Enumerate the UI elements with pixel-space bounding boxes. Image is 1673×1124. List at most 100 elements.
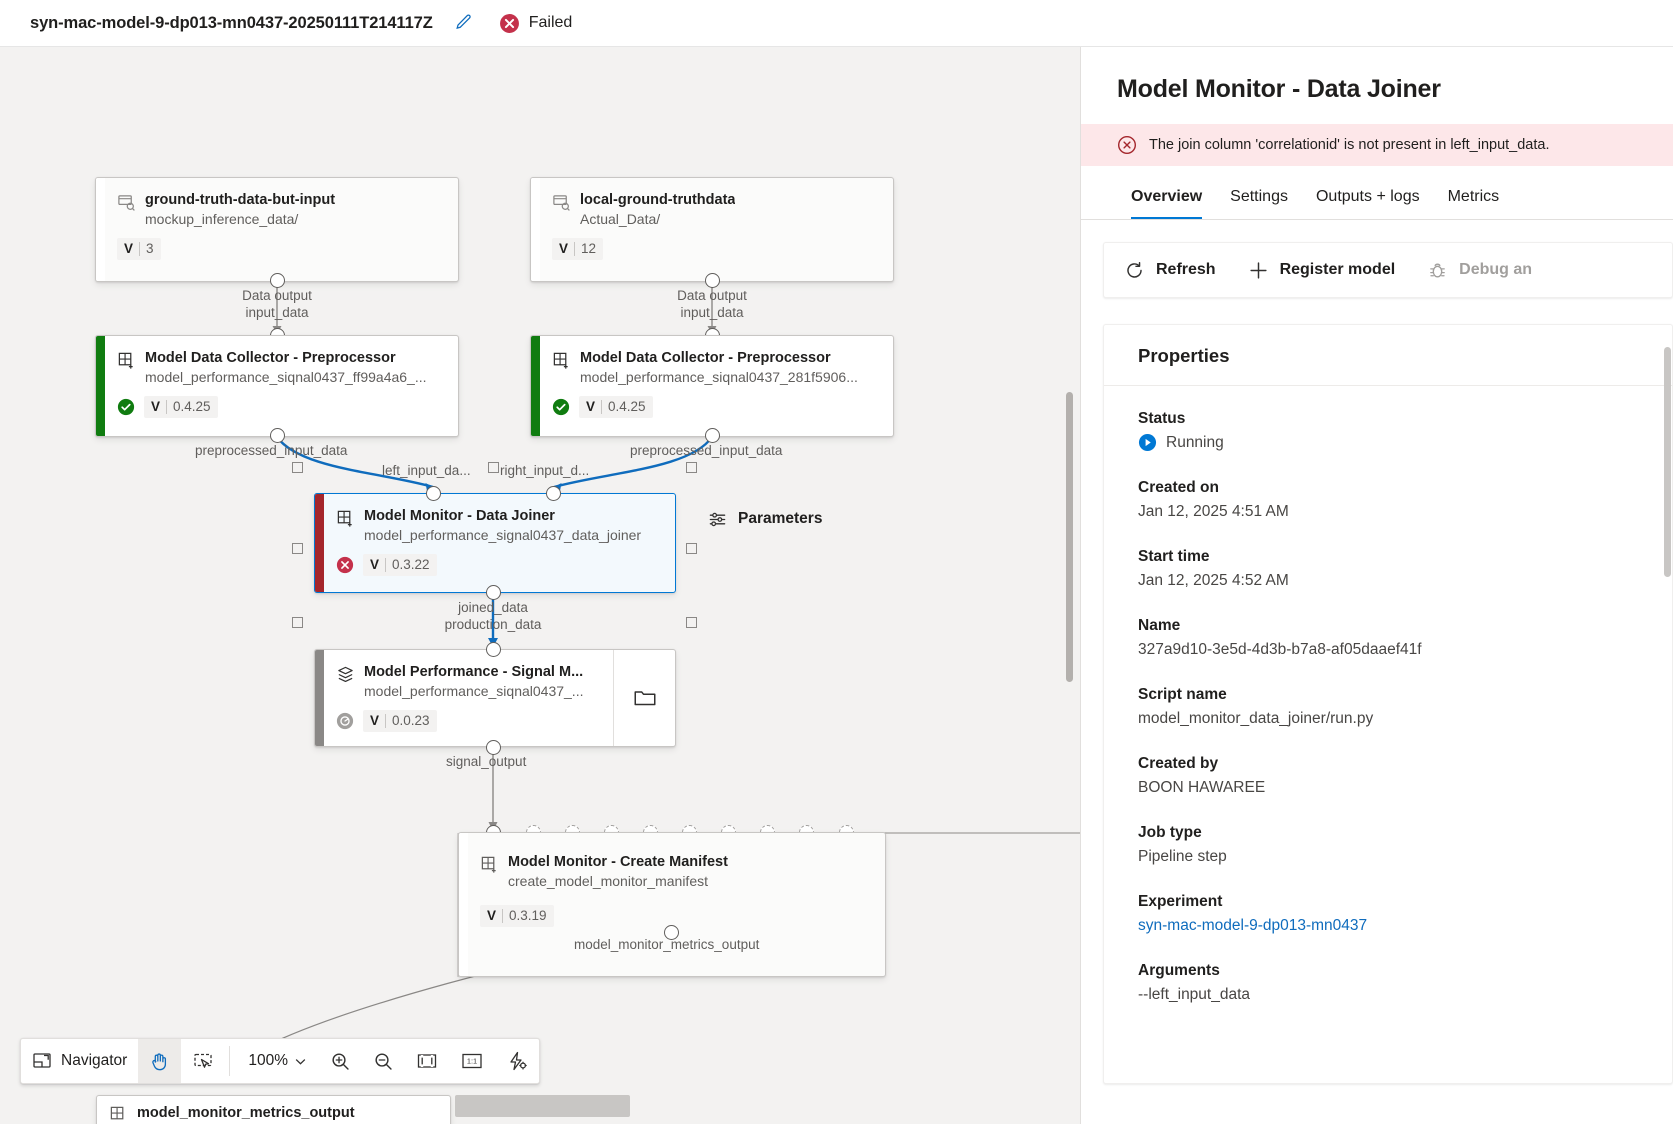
handle-signal-right[interactable] — [686, 617, 697, 628]
register-model-label: Register model — [1279, 261, 1396, 278]
version-value: 0.3.22 — [392, 557, 430, 572]
node-metrics-output-partial[interactable]: model_monitor_metrics_output — [96, 1095, 451, 1124]
port-joiner-left-input[interactable] — [426, 486, 441, 501]
edge-label-right-preprocessed: preprocessed_input_data — [630, 443, 783, 458]
plus-icon — [1248, 260, 1269, 281]
version-value: 0.3.19 — [509, 908, 547, 923]
node-folder-slot[interactable] — [613, 650, 675, 746]
node-model-data-collector-preprocessor-left[interactable]: Model Data Collector - Preprocessor mode… — [95, 335, 459, 437]
pencil-icon[interactable] — [453, 13, 473, 33]
pan-tool-button[interactable] — [138, 1039, 182, 1083]
property-key: Name — [1138, 617, 1181, 634]
port-joiner-output[interactable] — [486, 585, 501, 600]
dataset-icon — [552, 193, 571, 212]
version-pill: V 12 — [552, 238, 604, 260]
divider — [385, 714, 387, 728]
port-output-left-dataset[interactable] — [270, 273, 285, 288]
node-model-data-collector-preprocessor-right[interactable]: Model Data Collector - Preprocessor mode… — [530, 335, 894, 437]
port-output-right-preprocessor[interactable] — [705, 428, 720, 443]
parameters-label: Parameters — [738, 510, 823, 527]
handle-joiner-left[interactable] — [292, 543, 303, 554]
node-subtitle: model_performance_signal0437_data_joiner — [364, 527, 642, 543]
success-check-icon — [117, 398, 135, 416]
node-subtitle: create_model_monitor_manifest — [508, 873, 708, 889]
zoom-out-icon — [373, 1051, 394, 1072]
version-value: 0.4.25 — [173, 399, 211, 414]
running-play-icon — [1138, 433, 1157, 452]
zoom-out-button[interactable] — [362, 1039, 405, 1083]
experiment-link[interactable]: syn-mac-model-9-dp013-mn0437 — [1138, 913, 1672, 938]
node-model-monitor-data-joiner[interactable]: Model Monitor - Data Joiner model_perfor… — [314, 493, 676, 593]
node-title: Model Data Collector - Preprocessor — [145, 350, 396, 366]
tab-metrics[interactable]: Metrics — [1434, 182, 1514, 219]
property-key: Start time — [1138, 548, 1210, 565]
refresh-label: Refresh — [1156, 261, 1216, 278]
handle-signal-left[interactable] — [292, 617, 303, 628]
node-local-ground-truthdata[interactable]: local-ground-truthdata Actual_Data/ V 12 — [530, 177, 894, 282]
zoom-level-dropdown[interactable]: 100% — [234, 1039, 319, 1083]
node-subtitle: model_performance_siqnal0437_281f5906... — [580, 369, 858, 385]
node-model-monitor-create-manifest[interactable]: Model Monitor - Create Manifest create_m… — [458, 832, 886, 977]
node-ground-truth-data-but-input[interactable]: ground-truth-data-but-input mockup_infer… — [95, 177, 459, 282]
port-label-right-input: right_input_d... — [500, 463, 590, 478]
canvas-horizontal-scrollbar[interactable] — [455, 1095, 630, 1117]
zoom-in-button[interactable] — [319, 1039, 362, 1083]
auto-layout-button[interactable] — [495, 1039, 539, 1083]
marquee-select-button[interactable] — [181, 1039, 225, 1083]
navigator-icon — [32, 1051, 52, 1071]
details-vertical-scrollbar[interactable] — [1664, 347, 1671, 577]
version-pill: V 0.4.25 — [144, 396, 218, 418]
handle-joiner-right[interactable] — [686, 543, 697, 554]
node-model-performance-signal-monitor[interactable]: Model Performance - Signal M... model_pe… — [314, 649, 676, 747]
version-value: 0.4.25 — [608, 399, 646, 414]
fit-to-screen-button[interactable] — [405, 1039, 449, 1083]
port-output-left-preprocessor[interactable] — [270, 428, 285, 443]
version-pill: V 0.4.25 — [579, 396, 653, 418]
error-circle-icon — [499, 13, 520, 34]
edge-label-line2: input_data — [245, 305, 309, 320]
node-subtitle: Actual_Data/ — [580, 211, 661, 227]
collapse-handle-left-upper[interactable] — [292, 462, 303, 473]
parameters-chip[interactable]: Parameters — [690, 497, 856, 541]
page-header: syn-mac-model-9-dp013-mn0437-20250111T21… — [0, 0, 1673, 47]
folder-icon[interactable] — [632, 685, 658, 711]
collapse-handle-joiner-left-in[interactable] — [488, 462, 499, 473]
version-value: 12 — [581, 241, 597, 256]
port-output-right-dataset[interactable] — [705, 273, 720, 288]
auto-layout-icon — [506, 1050, 528, 1072]
port-joiner-right-input[interactable] — [546, 486, 561, 501]
pipeline-canvas[interactable]: ground-truth-data-but-input mockup_infer… — [0, 47, 1080, 1124]
port-signal-monitor-output[interactable] — [486, 740, 501, 755]
property-name: Name 327a9d10-3e5d-4d3b-b7a8-af05daaef41… — [1138, 615, 1672, 662]
not-started-icon — [336, 712, 354, 730]
pipeline-icon — [336, 665, 355, 684]
fit-to-screen-icon — [416, 1050, 438, 1072]
actual-size-icon: 1:1 — [460, 1051, 484, 1071]
status-label: Failed — [528, 14, 573, 31]
collapse-handle-right-upper[interactable] — [686, 462, 697, 473]
port-signal-monitor-input[interactable] — [486, 642, 501, 657]
tab-settings[interactable]: Settings — [1216, 182, 1302, 219]
actual-size-button[interactable]: 1:1 — [449, 1039, 495, 1083]
refresh-button[interactable]: Refresh — [1108, 250, 1232, 290]
details-tabs: Overview Settings Outputs + logs Metrics — [1081, 166, 1673, 220]
component-icon — [336, 509, 355, 528]
toolbar-divider — [229, 1046, 231, 1076]
navigator-button[interactable]: Navigator — [21, 1039, 138, 1083]
node-accent-bar — [531, 336, 540, 436]
version-label: V — [124, 241, 134, 256]
error-circle-icon — [336, 556, 354, 574]
tab-outputs-logs[interactable]: Outputs + logs — [1302, 182, 1434, 219]
register-model-button[interactable]: Register model — [1232, 250, 1412, 290]
edge-label-left-data-output: Data output input_data — [177, 287, 377, 321]
canvas-vertical-scrollbar[interactable] — [1066, 392, 1073, 682]
property-script-name: Script name model_monitor_data_joiner/ru… — [1138, 684, 1672, 731]
error-banner: The join column 'correlationid' is not p… — [1081, 124, 1673, 166]
property-value: model_monitor_data_joiner/run.py — [1138, 710, 1374, 727]
version-value: 0.0.23 — [392, 713, 430, 728]
property-key: Created on — [1138, 479, 1219, 496]
status-badge: Failed — [499, 13, 573, 34]
tab-overview[interactable]: Overview — [1117, 182, 1216, 219]
node-accent-bar — [315, 650, 324, 746]
version-label: V — [151, 399, 161, 414]
